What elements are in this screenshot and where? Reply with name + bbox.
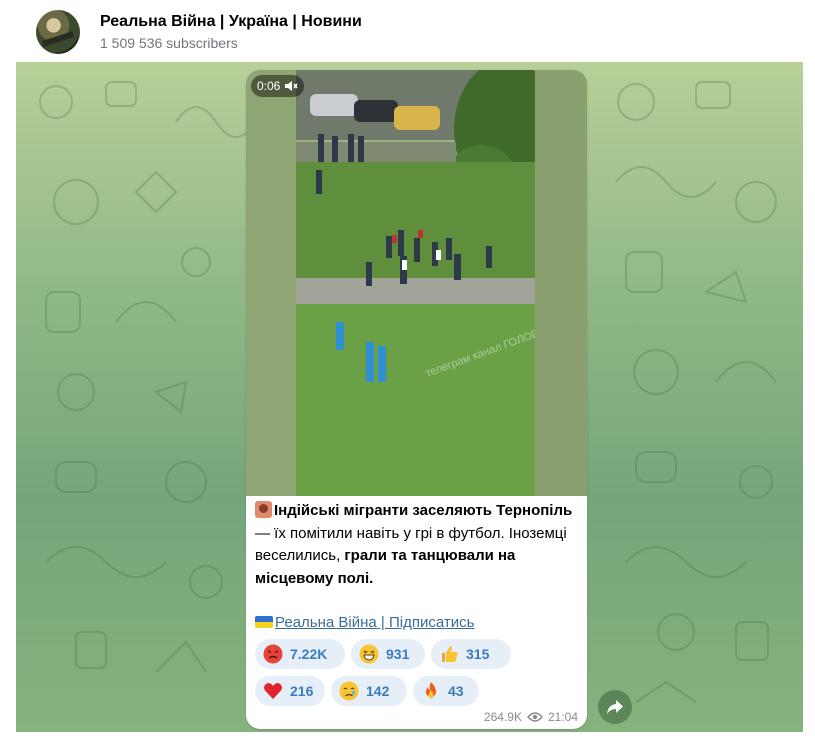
reaction-angry[interactable]: 7.22K [255, 639, 345, 669]
channel-link[interactable]: Реальна Війна [275, 614, 377, 631]
fire-icon [426, 682, 436, 699]
view-count: 264.9K [483, 710, 522, 724]
reaction-count: 931 [386, 646, 410, 662]
video-thumbnail [296, 70, 535, 496]
message-time: 21:04 [547, 710, 578, 724]
reaction-count: 7.22K [290, 646, 328, 662]
red-heart-icon [264, 683, 282, 699]
channel-links: Реальна Війна | Підписатись [255, 614, 474, 631]
reaction-count: 315 [466, 646, 490, 662]
forward-button[interactable] [598, 690, 632, 724]
grinning-face-icon [359, 644, 379, 664]
thumbs-up-icon [442, 646, 458, 662]
message-bubble[interactable]: телеграм канал ГОЛОВНЕ 0:06 Індійські мі… [246, 70, 587, 729]
reaction-heart[interactable]: 216 [255, 676, 325, 706]
video-duration: 0:06 [257, 79, 281, 93]
indian-person-emoji-icon [255, 501, 272, 518]
reaction-thumbs-up[interactable]: 315 [431, 639, 511, 669]
message-meta: 264.9K 21:04 [484, 710, 578, 724]
reaction-crying[interactable]: 142 [331, 676, 407, 706]
video-duration-badge[interactable]: 0:06 [251, 75, 305, 97]
message-caption: Індійські мігранти заселяють Тернопіль —… [255, 500, 581, 590]
video-blur-right [535, 70, 587, 496]
muted-speaker-icon[interactable] [284, 80, 298, 92]
channel-header[interactable]: Реальна Війна | Україна | Новини 1 509 5… [0, 0, 815, 62]
video-frame[interactable]: телеграм канал ГОЛОВНЕ [296, 70, 535, 496]
reaction-count: 142 [366, 683, 390, 699]
caption-bold-headline: Індійські мігранти заселяють Тернопіль [274, 502, 573, 519]
forward-arrow-icon [607, 700, 623, 714]
channel-avatar[interactable] [36, 10, 80, 54]
reaction-grinning[interactable]: 931 [351, 639, 425, 669]
video-blur-left [246, 70, 296, 496]
subscribe-link[interactable]: | Підписатись [377, 614, 475, 631]
reaction-fire[interactable]: 43 [413, 676, 479, 706]
angry-face-icon [263, 644, 283, 664]
subscriber-count: 1 509 536 subscribers [100, 35, 238, 51]
reaction-count: 216 [290, 683, 314, 699]
eye-icon [527, 712, 543, 722]
crying-face-icon [339, 681, 359, 701]
reaction-count: 43 [448, 683, 464, 699]
video-player[interactable]: телеграм канал ГОЛОВНЕ 0:06 [246, 70, 587, 496]
ukraine-flag-icon [255, 616, 273, 628]
channel-title[interactable]: Реальна Війна | Україна | Новини [100, 13, 362, 31]
